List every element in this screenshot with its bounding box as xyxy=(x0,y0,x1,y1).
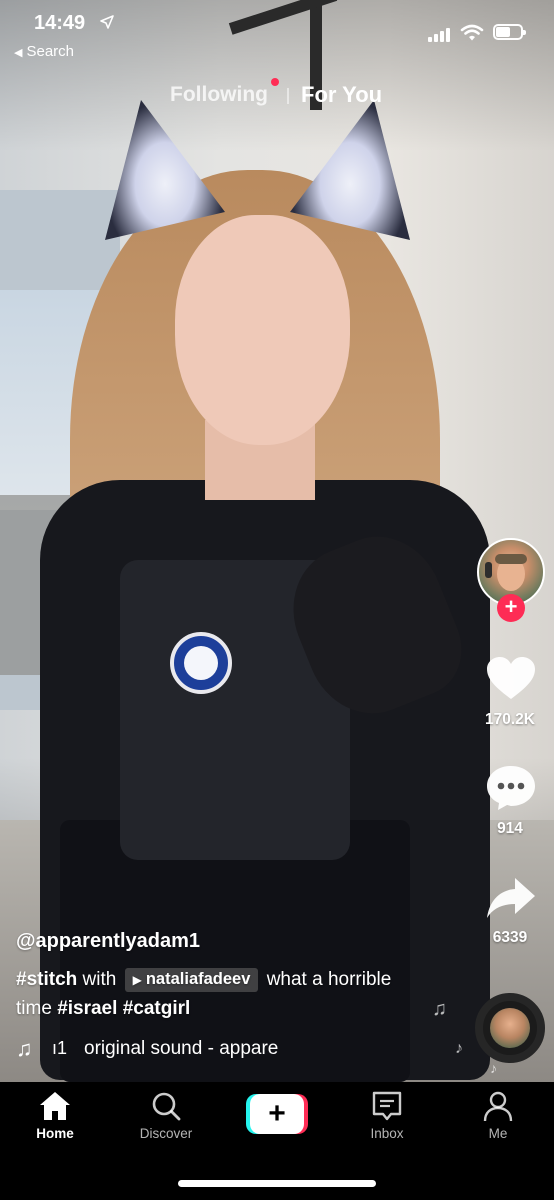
nav-home[interactable]: Home xyxy=(10,1090,100,1141)
tab-divider xyxy=(287,88,289,104)
status-time: 14:49 xyxy=(34,12,86,34)
person-icon xyxy=(483,1091,513,1122)
share-button[interactable] xyxy=(484,874,538,922)
tab-for-you[interactable]: For You xyxy=(301,82,382,108)
flag-patch-center xyxy=(184,646,218,680)
sound-marquee-prefix: ı1 xyxy=(52,1038,68,1058)
share-count: 6339 xyxy=(492,929,528,946)
feed-tabs: Following For You xyxy=(0,78,554,110)
sound-disc-avatar xyxy=(490,1008,530,1048)
location-arrow-icon xyxy=(100,15,114,29)
play-icon: ▶ xyxy=(132,973,142,987)
comment-count: 914 xyxy=(497,820,523,837)
caption-line-2: time #israel #catgirl xyxy=(16,998,190,1020)
nav-me-label: Me xyxy=(488,1126,508,1141)
caption-text-1: what a horrible xyxy=(266,969,392,990)
caption-text-2: time xyxy=(16,998,52,1019)
status-bar: 14:49 ◀ Search xyxy=(0,0,554,70)
stitched-user-chip[interactable]: ▶ nataliafadeev xyxy=(124,968,259,992)
nav-me[interactable]: Me xyxy=(453,1090,543,1141)
home-icon xyxy=(40,1092,70,1120)
stitched-username: nataliafadeev xyxy=(145,970,251,988)
nav-inbox[interactable]: Inbox xyxy=(342,1090,432,1141)
inbox-icon xyxy=(372,1091,402,1121)
video-player[interactable] xyxy=(0,0,554,1082)
back-label: Search xyxy=(26,43,74,60)
sound-title: original sound - appare xyxy=(84,1038,279,1059)
back-to-search-link[interactable]: ◀ Search xyxy=(14,43,74,60)
nav-discover[interactable]: Discover xyxy=(121,1090,211,1141)
following-notification-dot xyxy=(271,78,279,86)
comment-button[interactable] xyxy=(484,764,538,812)
like-button[interactable] xyxy=(484,654,538,702)
comment-bubble-icon xyxy=(487,766,535,810)
like-count: 170.2K xyxy=(485,711,535,728)
search-icon xyxy=(152,1092,181,1121)
creator-username[interactable]: @apparentlyadam1 xyxy=(16,930,200,953)
floating-music-note-icon: ♫ xyxy=(432,998,447,1020)
plus-icon: + xyxy=(250,1094,304,1134)
share-arrow-icon xyxy=(487,878,535,918)
home-indicator xyxy=(178,1180,376,1187)
heart-icon xyxy=(487,657,535,699)
caption-line-1: #stitch with ▶ nataliafadeev what a horri… xyxy=(16,968,391,992)
follow-button[interactable]: + xyxy=(497,594,525,622)
floating-music-note-icon: ♪ xyxy=(490,1060,497,1076)
back-triangle-icon: ◀ xyxy=(14,47,23,59)
floating-music-note-icon: ♪ xyxy=(455,1040,463,1057)
nav-discover-label: Discover xyxy=(139,1126,193,1141)
music-note-icon: ♫ xyxy=(16,1036,33,1061)
caption-with-text: with xyxy=(82,969,117,990)
battery-icon xyxy=(493,24,526,40)
hashtag-israel[interactable]: #israel xyxy=(57,998,117,1019)
create-button[interactable]: + xyxy=(246,1094,308,1134)
hashtag-stitch[interactable]: #stitch xyxy=(16,969,77,990)
nav-inbox-label: Inbox xyxy=(370,1126,404,1141)
hashtag-catgirl[interactable]: #catgirl xyxy=(123,998,191,1019)
person-face xyxy=(175,215,350,445)
cellular-signal-icon xyxy=(428,28,450,42)
nav-home-label: Home xyxy=(36,1126,74,1141)
wifi-icon xyxy=(460,24,484,41)
tab-following[interactable]: Following xyxy=(170,83,268,107)
